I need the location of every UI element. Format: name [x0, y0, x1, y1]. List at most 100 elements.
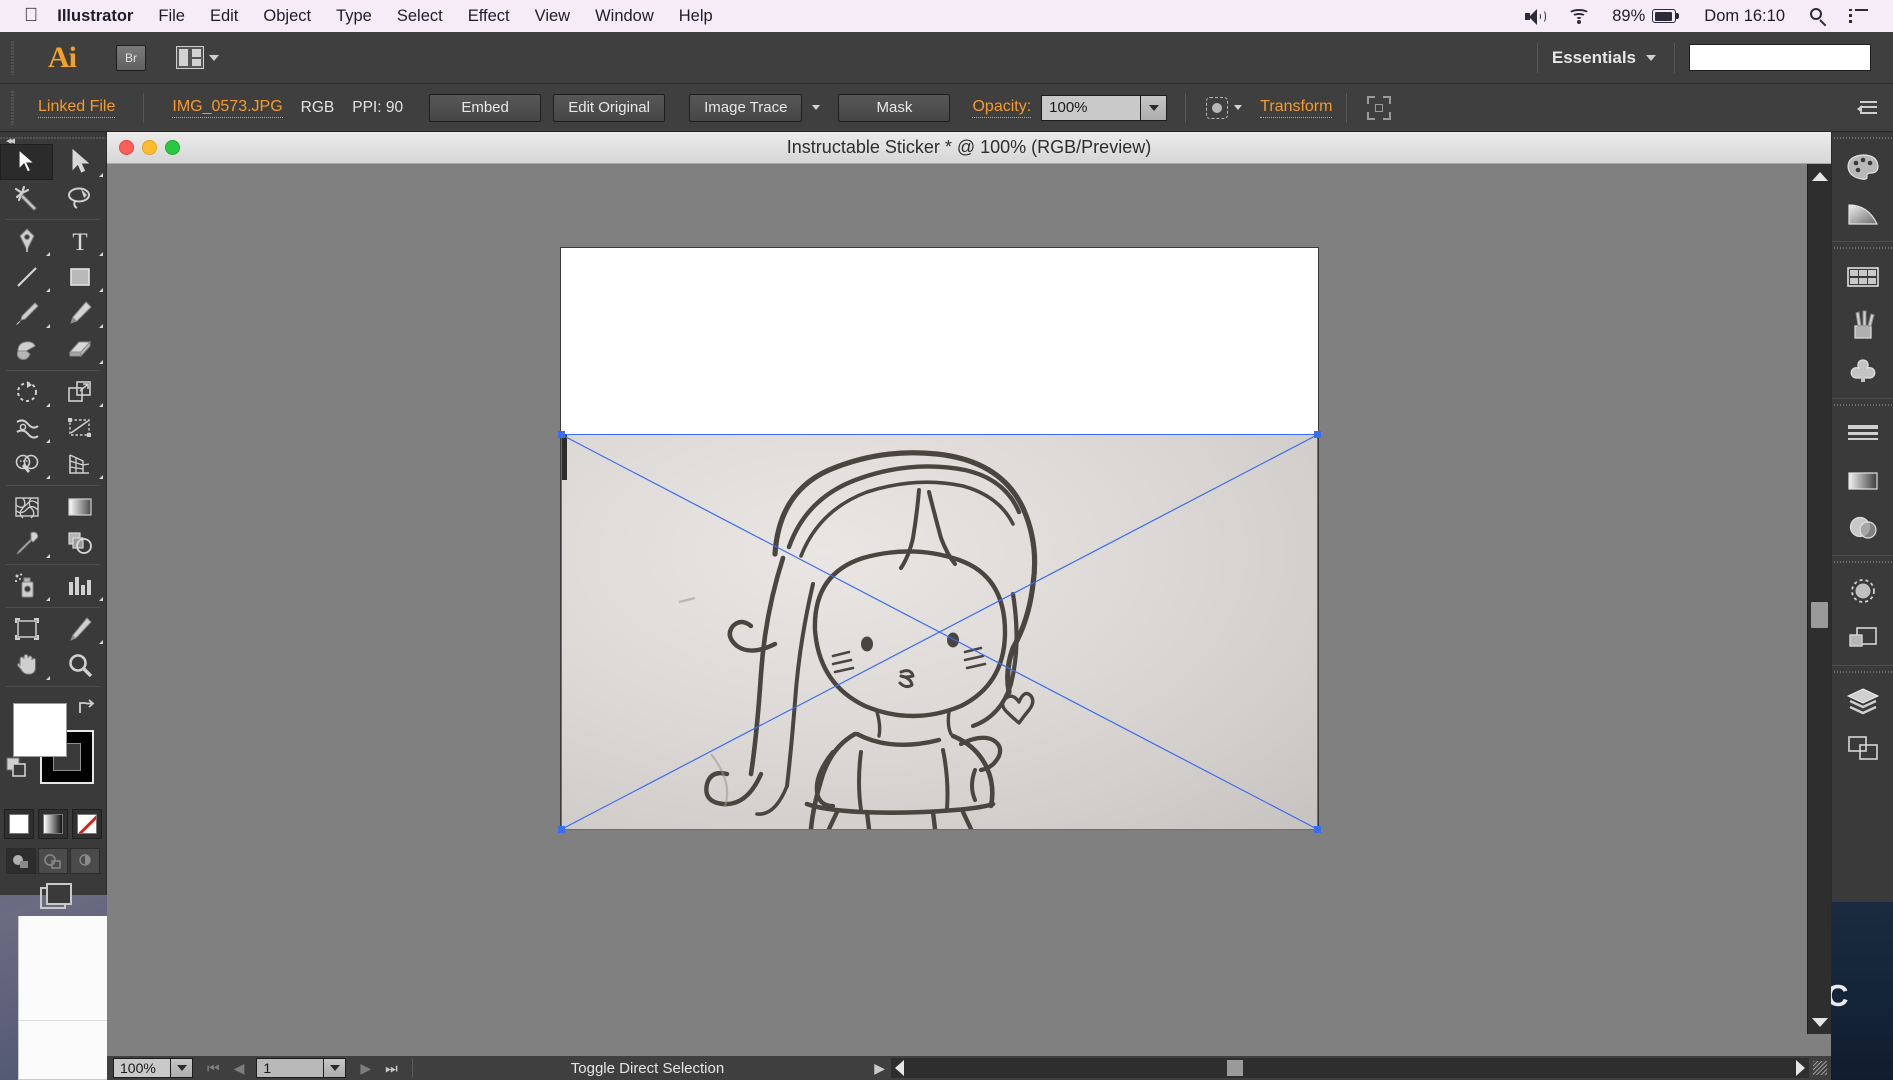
color-panel-icon[interactable] [1832, 143, 1893, 190]
rotate-tool[interactable] [0, 374, 53, 410]
first-artboard-icon[interactable]: ⏮ [207, 1060, 220, 1077]
opacity-input[interactable]: 100% [1041, 94, 1142, 121]
menu-item-effect[interactable]: Effect [455, 7, 522, 26]
draw-normal-mode[interactable] [6, 848, 36, 874]
opacity-label[interactable]: Opacity: [972, 98, 1032, 118]
blob-brush-tool[interactable] [0, 331, 53, 367]
graphic-styles-panel-icon[interactable] [1832, 614, 1893, 661]
menu-item-type[interactable]: Type [324, 7, 385, 26]
gradient-panel-icon[interactable] [1832, 457, 1893, 504]
transform-label[interactable]: Transform [1260, 98, 1333, 118]
brushes-panel-icon[interactable] [1832, 300, 1893, 347]
edit-original-button[interactable]: Edit Original [553, 93, 666, 122]
isolate-selection-icon[interactable] [1206, 96, 1229, 119]
notification-center-icon[interactable] [1838, 8, 1879, 23]
slice-tool[interactable] [53, 611, 106, 647]
appearance-panel-icon[interactable] [1832, 567, 1893, 614]
embed-button[interactable]: Embed [429, 93, 542, 122]
direct-selection-tool[interactable] [53, 144, 106, 180]
scroll-up-icon[interactable] [1808, 166, 1831, 186]
zoom-level-input[interactable]: 100% [113, 1058, 171, 1078]
opacity-dropdown-icon[interactable] [1141, 94, 1168, 121]
scroll-right-icon[interactable] [1796, 1060, 1805, 1076]
artboard[interactable] [561, 248, 1318, 829]
gradient-fill-mode[interactable] [38, 809, 68, 839]
linked-file-label[interactable]: Linked File [38, 98, 116, 118]
color-fill-mode[interactable] [4, 809, 34, 839]
volume-icon[interactable] [1514, 8, 1557, 25]
chevron-down-icon[interactable] [1646, 54, 1656, 61]
width-tool[interactable] [0, 410, 53, 446]
dock-group-grip[interactable] [1832, 399, 1893, 410]
horizontal-scrollbar-thumb[interactable] [1226, 1060, 1243, 1076]
artboard-dropdown-icon[interactable] [324, 1058, 347, 1078]
menu-item-edit[interactable]: Edit [197, 7, 250, 26]
previous-artboard-icon[interactable]: ◀ [234, 1060, 245, 1077]
none-fill-mode[interactable] [72, 809, 102, 839]
image-trace-button[interactable]: Image Trace [689, 93, 803, 122]
menu-item-view[interactable]: View [522, 7, 582, 26]
canvas-area[interactable] [107, 164, 1807, 1034]
menu-item-object[interactable]: Object [251, 7, 324, 26]
appbar-grip[interactable] [8, 40, 16, 75]
symbols-panel-icon[interactable] [1832, 347, 1893, 394]
draw-inside-mode[interactable] [70, 848, 100, 874]
scale-tool[interactable] [53, 374, 106, 410]
screen-mode-button[interactable] [0, 883, 106, 909]
blend-tool[interactable] [53, 525, 106, 561]
default-fill-stroke-icon[interactable] [6, 757, 28, 779]
panel-menu-icon[interactable] [1857, 100, 1877, 115]
window-resize-grip[interactable] [1813, 1061, 1827, 1075]
paintbrush-tool[interactable] [0, 295, 53, 331]
free-transform-tool[interactable] [53, 410, 106, 446]
menu-item-help[interactable]: Help [666, 7, 725, 26]
menu-item-select[interactable]: Select [384, 7, 455, 26]
dock-group-grip[interactable] [1832, 132, 1893, 143]
spotlight-search-icon[interactable] [1799, 7, 1838, 26]
symbol-sprayer-tool[interactable] [0, 568, 53, 604]
next-artboard-icon[interactable]: ▶ [360, 1060, 371, 1077]
menu-item-file[interactable]: File [146, 7, 198, 26]
menubar-clock[interactable]: Dom 16:10 [1690, 7, 1799, 26]
arrange-documents-icon[interactable] [176, 46, 219, 69]
mesh-tool[interactable] [0, 489, 53, 525]
document-title-bar[interactable]: Instructable Sticker * @ 100% (RGB/Previ… [107, 132, 1831, 164]
chevron-down-icon[interactable] [812, 105, 821, 110]
dock-group-grip[interactable] [1832, 242, 1893, 253]
transparency-panel-icon[interactable] [1832, 504, 1893, 551]
linked-file-name[interactable]: IMG_0573.JPG [172, 98, 283, 118]
vertical-scrollbar-thumb[interactable] [1811, 602, 1828, 628]
crop-image-icon[interactable] [1367, 95, 1392, 120]
artboard-tool[interactable] [0, 611, 53, 647]
line-segment-tool[interactable] [0, 259, 53, 295]
swatches-panel-icon[interactable] [1832, 253, 1893, 300]
lasso-tool[interactable] [53, 180, 106, 216]
controlbar-grip[interactable] [8, 90, 16, 125]
hand-tool[interactable] [0, 647, 53, 683]
menu-item-illustrator[interactable]: Illustrator [57, 7, 146, 26]
menu-item-window[interactable]: Window [583, 7, 667, 26]
scroll-down-icon[interactable] [1808, 1012, 1831, 1032]
magic-wand-tool[interactable] [0, 180, 53, 216]
color-guide-panel-icon[interactable] [1832, 190, 1893, 237]
draw-behind-mode[interactable] [38, 848, 68, 874]
dock-group-grip[interactable] [1832, 666, 1893, 677]
pencil-tool[interactable] [53, 295, 106, 331]
zoom-level-dropdown-icon[interactable] [171, 1058, 193, 1078]
battery-status[interactable]: 89% [1601, 7, 1690, 26]
wifi-icon[interactable] [1557, 8, 1601, 24]
fill-color-swatch[interactable] [13, 703, 67, 757]
dock-group-grip[interactable] [1832, 556, 1893, 567]
swap-fill-stroke-icon[interactable] [76, 697, 96, 717]
horizontal-scrollbar[interactable] [890, 1058, 1809, 1078]
vertical-scrollbar[interactable] [1807, 164, 1831, 1034]
bridge-button[interactable]: Br [116, 44, 146, 71]
apple-logo-icon[interactable]:  [24, 6, 38, 25]
last-artboard-icon[interactable]: ⏭ [385, 1060, 398, 1077]
pen-tool[interactable] [0, 223, 53, 259]
rectangle-tool[interactable] [53, 259, 106, 295]
eyedropper-tool[interactable] [0, 525, 53, 561]
mask-button[interactable]: Mask [838, 93, 951, 122]
eraser-tool[interactable] [53, 331, 106, 367]
isolate-dropdown-icon[interactable] [1234, 105, 1243, 110]
